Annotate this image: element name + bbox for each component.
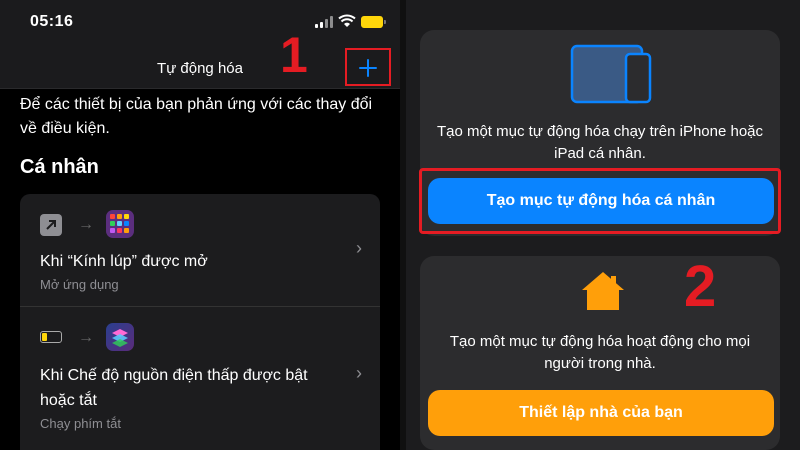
automation-item[interactable]: → Khi “Kính lúp” được mở Mở ứng dụng › [20,194,380,306]
set-up-home-button[interactable]: Thiết lập nhà của bạn [428,390,774,436]
shortcuts-icon [106,323,134,351]
section-title-personal: Cá nhân [20,156,99,178]
automation-title: Khi “Kính lúp” được mở [40,253,208,270]
automation-item[interactable]: → Khi Chế độ nguồn điện thấp được bật ho… [20,306,380,450]
status-time: 05:16 [30,13,74,30]
chevron-right-icon: › [356,238,362,258]
step-1-label: 1 [280,27,308,83]
nav-bar: Tự động hóa [0,48,400,89]
status-bar: 05:16 [0,0,400,48]
arrow-right-icon: → [78,329,94,346]
ipad-iphone-icon [570,44,652,104]
personal-automation-description: Tạo một mục tự động hóa chạy trên iPhone… [436,123,764,162]
app-grid-icon [106,210,134,238]
battery-icon [361,16,386,28]
page-title: Tự động hóa [157,60,243,77]
share-arrow-icon [40,214,62,236]
arrow-right-icon: → [78,216,94,233]
home-automation-description: Tạo một mục tự động hóa hoạt động cho mọ… [449,333,751,372]
automation-subtitle: Mở ứng dụng [40,277,119,292]
add-automation-button[interactable] [345,48,391,86]
signal-icon [315,16,335,28]
automation-subtitle: Chạy phím tắt [40,416,121,431]
plus-icon [359,59,377,77]
low-battery-icon [40,331,62,343]
step2-highlight-box [419,168,781,234]
automation-description: Để các thiết bị của bạn phản ứng với các… [20,96,373,137]
chevron-right-icon: › [356,363,362,383]
wifi-icon [338,14,356,27]
home-icon [582,272,624,310]
step-2-label: 2 [684,254,717,319]
automation-title: Khi Chế độ nguồn điện thấp được bật hoặc… [40,367,308,409]
automation-screen: 05:16 Tự động hóa Để các thiết bị của bạ… [0,0,400,450]
